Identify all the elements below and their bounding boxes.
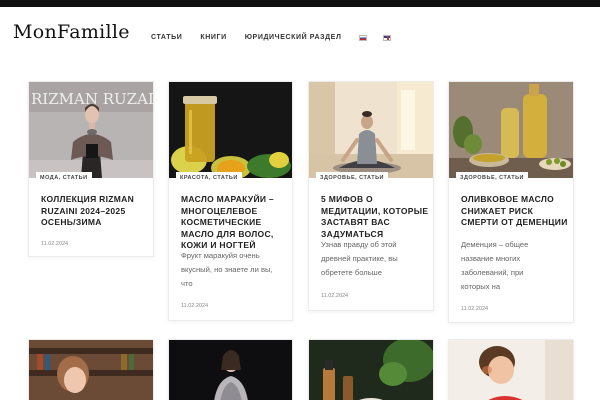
- article-image-cosmetics[interactable]: [309, 340, 433, 400]
- article-date: 11.02.2024: [321, 293, 349, 299]
- nav-item-articles[interactable]: СТАТЬИ: [151, 34, 182, 41]
- excerpt-line: древней практике, вы: [321, 254, 398, 263]
- article-title[interactable]: МАСЛО МАРАКУЙИ – МНОГОЦЕЛЕВОЕ КОСМЕТИЧЕС…: [181, 194, 293, 252]
- article-card[interactable]: [308, 339, 434, 400]
- ru-flag-icon[interactable]: [359, 34, 368, 41]
- site-logo[interactable]: MonFamille: [13, 21, 130, 43]
- article-card[interactable]: КРАСОТА, СТАТЬИ МАСЛО МАРАКУЙИ – МНОГОЦЕ…: [168, 81, 293, 321]
- article-title[interactable]: 5 МИФОВ О МЕДИТАЦИИ, КОТОРЫЕ ЗАСТАВЯТ ВА…: [321, 194, 433, 240]
- excerpt-line: Узнав правду об этой: [321, 240, 397, 249]
- article-card[interactable]: [28, 339, 154, 400]
- excerpt-line: которых на: [461, 282, 501, 291]
- site-header: MonFamille СТАТЬИ КНИГИ ЮРИДИЧЕСКИЙ РАЗД…: [0, 7, 600, 65]
- excerpt-line: что: [181, 279, 193, 288]
- article-date: 11.02.2024: [41, 241, 69, 247]
- en-flag-icon[interactable]: [383, 34, 392, 41]
- top-bar: [0, 0, 600, 7]
- article-card[interactable]: [448, 339, 574, 400]
- excerpt-line: вкусный, но знаете ли вы,: [181, 265, 273, 274]
- article-card[interactable]: ЗДОРОВЬЕ, СТАТЬИ 5 МИФОВ О МЕДИТАЦИИ, КО…: [308, 81, 434, 311]
- excerpt-line: заболеваний, при: [461, 268, 524, 277]
- article-card[interactable]: ЗДОРОВЬЕ, СТАТЬИ ОЛИВКОВОЕ МАСЛО СНИЖАЕТ…: [448, 81, 574, 323]
- excerpt-line: обретете больше: [321, 268, 382, 277]
- article-image-meditation[interactable]: [309, 82, 433, 178]
- main-nav: СТАТЬИ КНИГИ ЮРИДИЧЕСКИЙ РАЗДЕЛ: [151, 34, 407, 41]
- article-excerpt: Фрукт маракуйя очень вкусный, но знаете …: [181, 249, 293, 291]
- article-image-olive-oil[interactable]: [449, 82, 573, 178]
- article-card[interactable]: [168, 339, 293, 400]
- article-title[interactable]: КОЛЛЕКЦИЯ RIZMAN RUZAINI 2024–2025 ОСЕНЬ…: [41, 194, 153, 229]
- nav-item-legal[interactable]: ЮРИДИЧЕСКИЙ РАЗДЕЛ: [245, 34, 342, 41]
- article-image-child-library[interactable]: [29, 340, 153, 400]
- excerpt-line: Фрукт маракуйя очень: [181, 251, 260, 260]
- excerpt-line: название многих: [461, 254, 521, 263]
- article-image-fashion[interactable]: RIZMAN RUZAI: [29, 82, 153, 178]
- excerpt-line: Деменция – общее: [461, 240, 529, 249]
- article-image-runway[interactable]: [169, 340, 292, 400]
- article-image-passion-fruit-oil[interactable]: [169, 82, 292, 178]
- article-category[interactable]: ЗДОРОВЬЕ, СТАТЬИ: [316, 172, 388, 184]
- article-image-child-painting[interactable]: [449, 340, 573, 400]
- article-date: 11.02.2024: [181, 303, 209, 309]
- article-title[interactable]: ОЛИВКОВОЕ МАСЛО СНИЖАЕТ РИСК СМЕРТИ ОТ Д…: [461, 194, 573, 229]
- nav-item-books[interactable]: КНИГИ: [200, 34, 226, 41]
- article-date: 11.02.2024: [461, 306, 489, 312]
- article-category[interactable]: ЗДОРОВЬЕ, СТАТЬИ: [456, 172, 528, 184]
- article-category[interactable]: КРАСОТА, СТАТЬИ: [176, 172, 242, 184]
- article-excerpt: Деменция – общее название многих заболев…: [461, 238, 573, 294]
- article-card[interactable]: RIZMAN RUZAI МОДА, СТАТЬИ КОЛЛЕКЦИЯ RIZM…: [28, 81, 154, 257]
- article-category[interactable]: МОДА, СТАТЬИ: [36, 172, 92, 184]
- article-excerpt: Узнав правду об этой древней практике, в…: [321, 238, 433, 280]
